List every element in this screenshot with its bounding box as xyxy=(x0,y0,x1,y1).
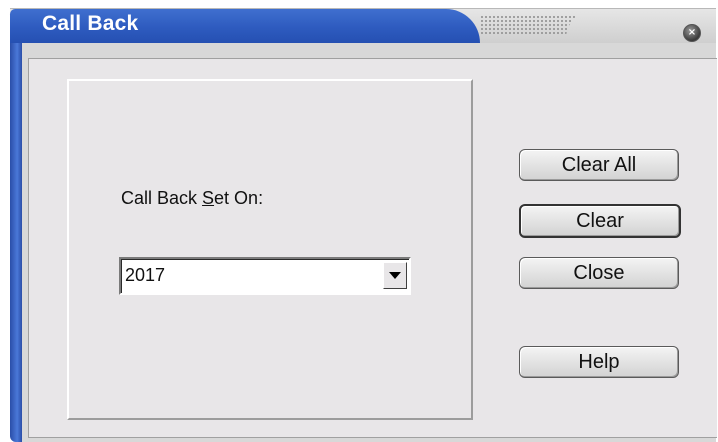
call-back-window: Call Back × Call Back Set On: 2017 Clear… xyxy=(10,8,717,442)
help-button[interactable]: Help xyxy=(519,346,679,378)
label-prefix: Call Back xyxy=(121,188,203,208)
chevron-down-icon xyxy=(389,272,401,279)
clear-button[interactable]: Clear xyxy=(519,204,681,238)
clear-all-button[interactable]: Clear All xyxy=(519,149,679,181)
label-suffix: et On: xyxy=(214,188,264,208)
close-button[interactable]: Close xyxy=(519,257,679,289)
close-window-button[interactable]: × xyxy=(683,24,701,42)
label-mnemonic: S xyxy=(202,188,215,208)
call-back-set-on-label: Call Back Set On: xyxy=(121,188,263,209)
dialog-client-area: Call Back Set On: 2017 Clear All Clear C… xyxy=(28,58,717,438)
window-title: Call Back xyxy=(42,12,139,35)
close-icon: × xyxy=(687,27,697,38)
select-value: 2017 xyxy=(125,265,166,285)
dropdown-button[interactable] xyxy=(383,262,407,289)
call-back-set-on-select[interactable]: 2017 xyxy=(119,257,411,295)
title-tab: Call Back xyxy=(10,9,480,43)
title-bar[interactable]: Call Back × xyxy=(10,8,716,43)
call-back-group-box: Call Back Set On: 2017 xyxy=(67,79,473,420)
window-frame-edge xyxy=(10,38,22,442)
